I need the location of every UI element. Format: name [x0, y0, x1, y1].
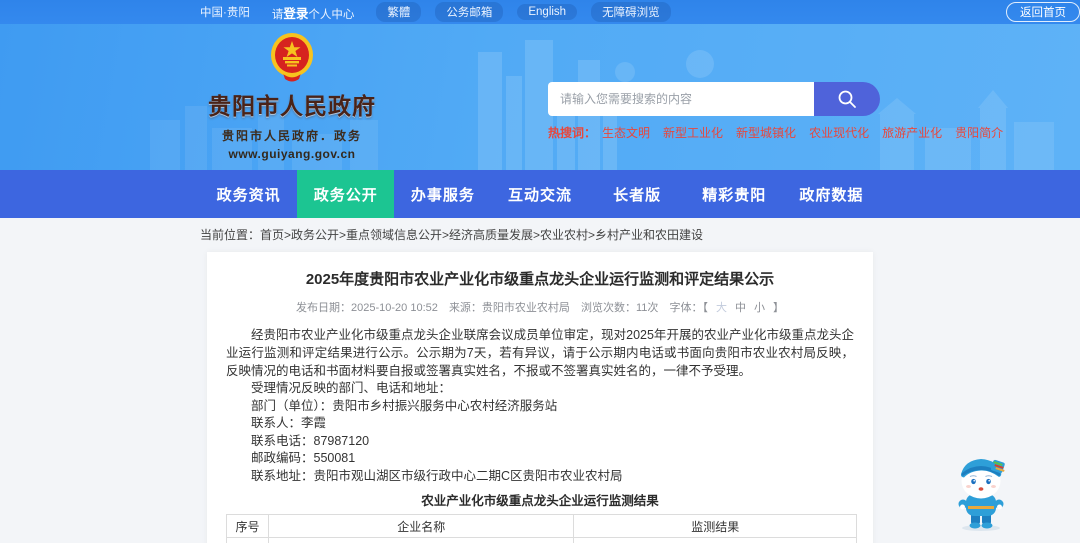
view-count: 浏览次数：11次 [581, 302, 659, 314]
login-link[interactable]: 请登录个人中心 [272, 3, 355, 22]
publish-date: 发布日期：2025-10-20 10:52 [296, 302, 438, 314]
hot-word-guiyang-intro[interactable]: 贵阳简介 [955, 124, 1003, 141]
hot-word-industry[interactable]: 新型工业化 [663, 124, 723, 141]
city-skyline-decoration [150, 40, 1054, 170]
table-header-row: 序号 企业名称 监测结果 [226, 514, 857, 538]
article-title: 2025年度贵阳市农业产业化市级重点龙头企业运行监测和评定结果公示 [305, 271, 775, 288]
font-small-button[interactable]: 小 [754, 302, 765, 314]
font-large-button[interactable]: 大 [716, 302, 727, 314]
article-meta: 发布日期：2025-10-20 10:52 来源：贵阳市农业农村局 浏览次数：1… [226, 299, 854, 315]
header-企业名称: 企业名称 [267, 514, 575, 538]
tab-gov-data[interactable]: 政府数据 [783, 170, 880, 218]
header-序号: 序号 [226, 514, 269, 538]
reception-intro: 受理情况反映的部门、电话和地址： [251, 381, 452, 395]
region-link[interactable]: 中国·贵阳 [200, 4, 250, 20]
tab-gov-disclosure[interactable]: 政务公开 [297, 170, 395, 218]
contact-address: 联系地址：贵阳市观山湖区市级行政中心二期C区贵阳市农业农村局 [251, 468, 623, 483]
monitoring-result-table: 序号 企业名称 监测结果 1 贵州合力超市采购有限公司 合格 2 贵州友禾种业有… [226, 514, 857, 543]
breadcrumb: 当前位置： 首页>政务公开>重点领域信息公开>经济高质量发展>农业农村>乡村产业… [0, 218, 1080, 251]
row-no: 1 [226, 537, 269, 543]
font-medium-button[interactable]: 中 [735, 302, 746, 314]
official-mail-link[interactable]: 公务邮箱 [435, 2, 504, 22]
breadcrumb-path[interactable]: 首页>政务公开>重点领域信息公开>经济高质量发展>农业农村>乡村产业和农田建设 [260, 226, 703, 243]
notice-paragraph: 经贵阳市农业产业化市级重点龙头企业联席会议成员单位审定，现对2025年开展的农业… [226, 328, 854, 378]
company-name: 贵州合力超市采购有限公司 [267, 537, 575, 543]
site-url: www.guiyang.gov.cn [228, 147, 356, 161]
tab-services[interactable]: 办事服务 [394, 170, 491, 218]
english-link[interactable]: English [517, 4, 578, 20]
tab-interaction[interactable]: 互动交流 [491, 170, 588, 218]
hot-word-agriculture[interactable]: 农业现代化 [809, 124, 869, 141]
back-home-button[interactable]: 返回首页 [1006, 2, 1080, 22]
topbar-inner: 中国·贵阳 请登录个人中心 繁體 公务邮箱 English 无障碍浏览 返回首页 [200, 2, 1080, 22]
hot-word-ecology[interactable]: 生态文明 [602, 124, 650, 141]
font-size-label: 字体：【 [669, 302, 708, 314]
mascot-icon [958, 459, 1005, 531]
breadcrumb-label: 当前位置： [200, 228, 261, 242]
table-row: 1 贵州合力超市采购有限公司 合格 [226, 537, 857, 543]
hot-search-label: 热搜词： [548, 126, 597, 140]
main-nav-bar: 政务资讯 政务公开 办事服务 互动交流 长者版 精彩贵阳 政府数据 [0, 170, 1080, 218]
traditional-chinese-link[interactable]: 繁體 [376, 2, 422, 22]
contact-postcode: 邮政编码：550081 [251, 451, 356, 465]
article-card: 2025年度贵阳市农业产业化市级重点龙头企业运行监测和评定结果公示 发布日期：2… [207, 252, 873, 543]
search-icon [838, 90, 856, 108]
contact-phone: 联系电话：87987120 [251, 433, 370, 448]
login-bold: 登录 [283, 6, 309, 21]
hot-word-urbanization[interactable]: 新型城镇化 [736, 124, 796, 141]
top-utility-bar: 中国·贵阳 请登录个人中心 繁體 公务邮箱 English 无障碍浏览 返回首页 [0, 0, 1080, 24]
site-banner: 贵阳市人民政府 贵阳市人民政府．政务 www.guiyang.gov.cn 热搜… [0, 24, 1080, 170]
contact-person: 联系人：李霞 [251, 416, 327, 430]
assistant-mascot[interactable] [945, 452, 1017, 537]
tab-senior-version[interactable]: 长者版 [589, 170, 686, 218]
article-source: 来源：贵阳市农业农村局 [448, 302, 570, 314]
login-suffix: 个人中心 [308, 8, 355, 21]
article-body: 经贵阳市农业产业化市级重点龙头企业联席会议成员单位审定，现对2025年开展的农业… [226, 326, 857, 543]
site-title: 贵阳市人民政府 [208, 93, 376, 119]
tab-wonderful-guiyang[interactable]: 精彩贵阳 [686, 170, 783, 218]
site-logo-block[interactable]: 贵阳市人民政府 贵阳市人民政府．政务 www.guiyang.gov.cn [198, 31, 386, 161]
monitor-result: 合格 [573, 537, 857, 543]
search-button[interactable] [814, 82, 880, 116]
login-prefix: 请 [271, 8, 284, 21]
site-subtitle: 贵阳市人民政府．政务 [221, 129, 362, 143]
hot-search-row: 热搜词： 生态文明 新型工业化 新型城镇化 农业现代化 旅游产业化 贵阳简介 [548, 124, 1003, 141]
national-emblem-icon [271, 33, 313, 82]
font-size-label-close: 】 [772, 302, 784, 314]
hot-word-tourism[interactable]: 旅游产业化 [882, 124, 942, 141]
header-监测结果: 监测结果 [573, 514, 857, 538]
contact-department: 部门（单位）：贵阳市乡村振兴服务中心农村经济服务站 [251, 398, 558, 413]
tab-gov-news[interactable]: 政务资讯 [200, 170, 297, 218]
search-input[interactable] [548, 82, 814, 116]
search-block: 热搜词： 生态文明 新型工业化 新型城镇化 农业现代化 旅游产业化 贵阳简介 [548, 82, 1003, 141]
accessibility-link[interactable]: 无障碍浏览 [591, 2, 671, 22]
table-title: 农业产业化市级重点龙头企业运行监测结果 [421, 494, 659, 508]
